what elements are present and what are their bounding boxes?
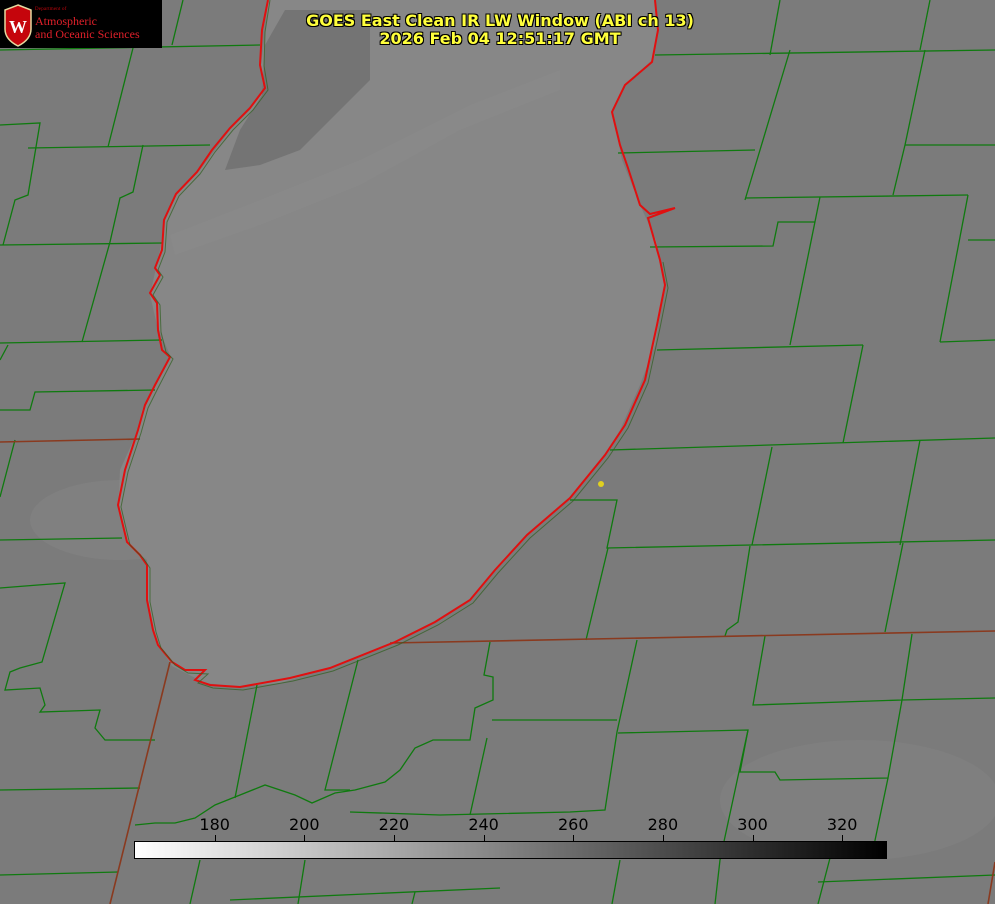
crest-icon: W: [4, 4, 32, 47]
colorbar-tick-label: 260: [557, 815, 589, 834]
crest-letter: W: [9, 17, 27, 37]
aos-logo: W Department of Atmospheric and Oceanic …: [0, 0, 162, 48]
colorbar-tick-label: 180: [199, 815, 230, 834]
colorbar-tick-label: 320: [826, 815, 858, 834]
colorbar-tick-label: 240: [468, 815, 499, 834]
logo-department: Department of: [35, 7, 67, 12]
colorbar-tick-label: 220: [378, 815, 410, 834]
satellite-map: [0, 0, 995, 904]
logo-name-line2: and Oceanic Sciences: [35, 27, 140, 41]
colorbar-tick-label: 300: [737, 815, 768, 834]
colorbar-tick-label: 200: [289, 815, 320, 834]
station-marker: [598, 481, 604, 487]
image-title: GOES East Clean IR LW Window (ABI ch 13): [306, 11, 694, 30]
colorbar-tick-label: 280: [647, 815, 679, 834]
colorbar: [134, 841, 887, 859]
image-timestamp: 2026 Feb 04 12:51:17 GMT: [379, 29, 621, 48]
